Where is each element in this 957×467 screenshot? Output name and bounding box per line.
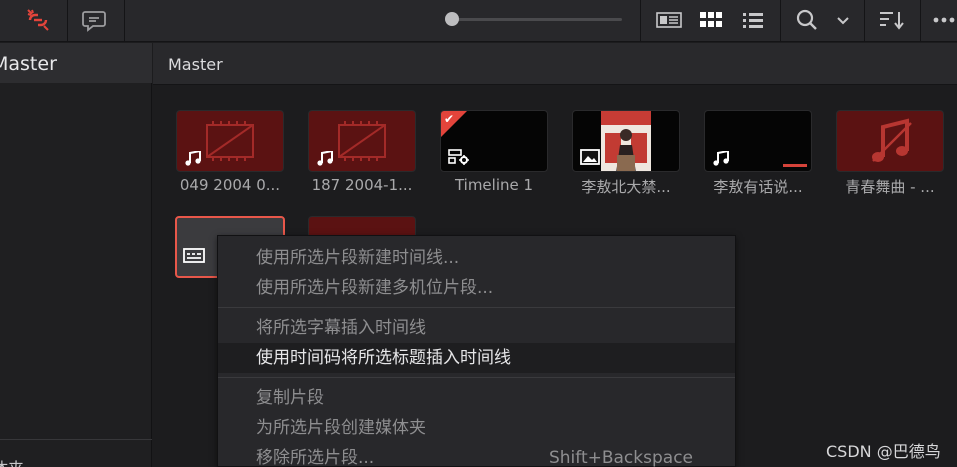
timeline-icon (448, 149, 470, 165)
clip-name: 李敖北大禁... (581, 178, 671, 196)
caption-icon[interactable] (76, 4, 112, 36)
menu-divider (218, 307, 735, 308)
menu-item-insert-titles-timecode[interactable]: 使用时间码将所选标题插入时间线 (218, 343, 735, 373)
clip-thumbnail[interactable] (836, 110, 944, 172)
list-view-icon[interactable] (738, 4, 768, 36)
watermark: CSDN @巴德鸟 (826, 442, 941, 461)
sidebar-item-label: Master (0, 53, 57, 75)
menu-item-new-multicam[interactable]: 使用所选片段新建多机位片段... (218, 273, 735, 303)
toolbar (0, 0, 957, 42)
zoom-slider-track[interactable] (450, 18, 622, 21)
music-note-icon (316, 149, 334, 166)
music-note-icon (872, 118, 912, 162)
checkmark-icon: ✔ (444, 112, 455, 126)
zoom-slider-handle[interactable] (445, 12, 459, 26)
clip-thumbnail[interactable] (176, 110, 284, 172)
music-note-icon (712, 149, 730, 166)
page-title: Master (168, 55, 223, 74)
menu-item-duplicate-clip[interactable]: 复制片段 (218, 383, 735, 413)
clip-name: 187 2004-1... (311, 176, 413, 194)
clip-name: 049 2004 0... (179, 176, 281, 194)
search-icon[interactable] (792, 4, 822, 36)
metadata-view-icon[interactable] (652, 4, 686, 36)
menu-divider (218, 377, 735, 378)
sort-icon[interactable] (874, 4, 908, 36)
clip-thumbnail[interactable] (704, 110, 812, 172)
menu-item-create-bin[interactable]: 为所选片段创建媒体夹 (218, 413, 735, 443)
more-icon[interactable] (930, 4, 957, 36)
chevron-down-icon[interactable] (830, 4, 856, 36)
clip-thumbnail[interactable]: ✔ (440, 110, 548, 172)
menu-item-label: 移除所选片段... (256, 448, 375, 467)
clip-thumbnail[interactable] (572, 110, 680, 172)
menu-item-shortcut: Shift+Backspace (548, 448, 693, 467)
media-pool-header: Master (153, 43, 957, 85)
clip-name: 青春舞曲 - ... (845, 178, 935, 196)
unlink-icon[interactable] (18, 4, 58, 36)
music-note-icon (184, 149, 202, 166)
menu-item-remove-clips[interactable]: 移除所选片段... Shift+Backspace (218, 443, 735, 467)
image-icon (580, 149, 600, 165)
menu-item-new-timeline[interactable]: 使用所选片段新建时间线... (218, 243, 735, 273)
subtitle-icon (183, 248, 205, 264)
clip-name: Timeline 1 (454, 176, 534, 194)
context-menu: 使用所选片段新建时间线... 使用所选片段新建多机位片段... 将所选字幕插入时… (217, 235, 736, 467)
clip-name: 李敖有话说... (713, 178, 803, 196)
audio-level-bar (783, 164, 807, 167)
bin-sidebar: Master 体夹 (0, 43, 152, 467)
sidebar-divider (0, 439, 152, 440)
clip-thumbnail[interactable] (308, 110, 416, 172)
sidebar-item-master[interactable]: Master (0, 43, 152, 83)
grid-view-icon[interactable] (696, 4, 726, 36)
menu-item-insert-subtitles[interactable]: 将所选字幕插入时间线 (218, 313, 735, 343)
sidebar-smart-bins-label[interactable]: 体夹 (0, 455, 24, 467)
